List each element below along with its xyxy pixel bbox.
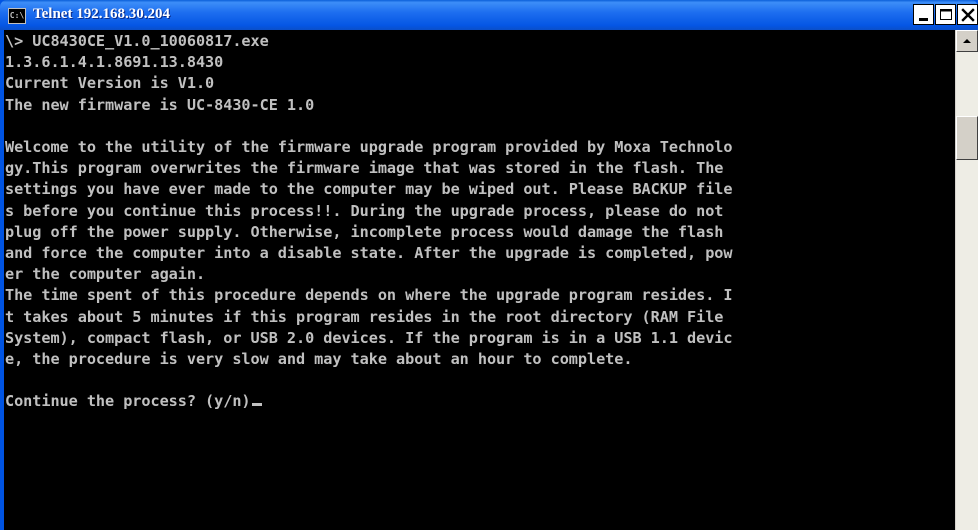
- console-line: Current Version is V1.0: [5, 74, 215, 93]
- text-cursor: [251, 403, 262, 407]
- console-line: settings you have ever made to the compu…: [5, 180, 733, 199]
- minimize-icon: [919, 18, 928, 21]
- console-line: \> UC8430CE_V1.0_10060817.exe: [5, 32, 269, 50]
- console-line: The time spent of this procedure depends…: [5, 286, 733, 305]
- console-output[interactable]: \> UC8430CE_V1.0_10060817.exe 1.3.6.1.4.…: [4, 30, 955, 530]
- console-line: s before you continue this process!!. Du…: [5, 201, 724, 220]
- minimize-button[interactable]: [913, 4, 934, 25]
- close-button[interactable]: [957, 4, 978, 25]
- console-text: \> UC8430CE_V1.0_10060817.exe 1.3.6.1.4.…: [4, 30, 955, 413]
- prompt-text: Continue the process? (y/n): [5, 392, 251, 411]
- console-icon[interactable]: C:\: [8, 8, 26, 24]
- close-icon: [961, 8, 975, 22]
- vertical-scrollbar[interactable]: [955, 30, 978, 530]
- window-title: Telnet 192.168.30.204: [33, 6, 170, 22]
- telnet-window: C:\ Telnet 192.168.30.204 \> UC8430CE_V1…: [0, 0, 978, 530]
- title-bar[interactable]: C:\ Telnet 192.168.30.204: [0, 0, 978, 30]
- console-line: 1.3.6.1.4.1.8691.13.8430: [5, 53, 224, 72]
- arrow-up-icon: [963, 39, 971, 43]
- console-line: er the computer again.: [5, 265, 206, 284]
- scroll-thumb[interactable]: [956, 116, 978, 160]
- scroll-up-button[interactable]: [956, 30, 978, 52]
- maximize-icon: [940, 9, 952, 20]
- console-line: The new firmware is UC-8430-CE 1.0: [5, 95, 315, 114]
- console-line: and force the computer into a disable st…: [5, 244, 733, 263]
- console-lines: \> UC8430CE_V1.0_10060817.exe 1.3.6.1.4.…: [5, 32, 733, 368]
- console-line: System), compact flash, or USB 2.0 devic…: [5, 328, 733, 347]
- console-line: plug off the power supply. Otherwise, in…: [5, 222, 724, 241]
- console-line: gy.This program overwrites the firmware …: [5, 159, 724, 178]
- console-line: t takes about 5 minutes if this program …: [5, 307, 724, 326]
- console-line: e, the procedure is very slow and may ta…: [5, 350, 633, 369]
- console-line: Welcome to the utility of the firmware u…: [5, 138, 733, 157]
- maximize-button[interactable]: [935, 4, 956, 25]
